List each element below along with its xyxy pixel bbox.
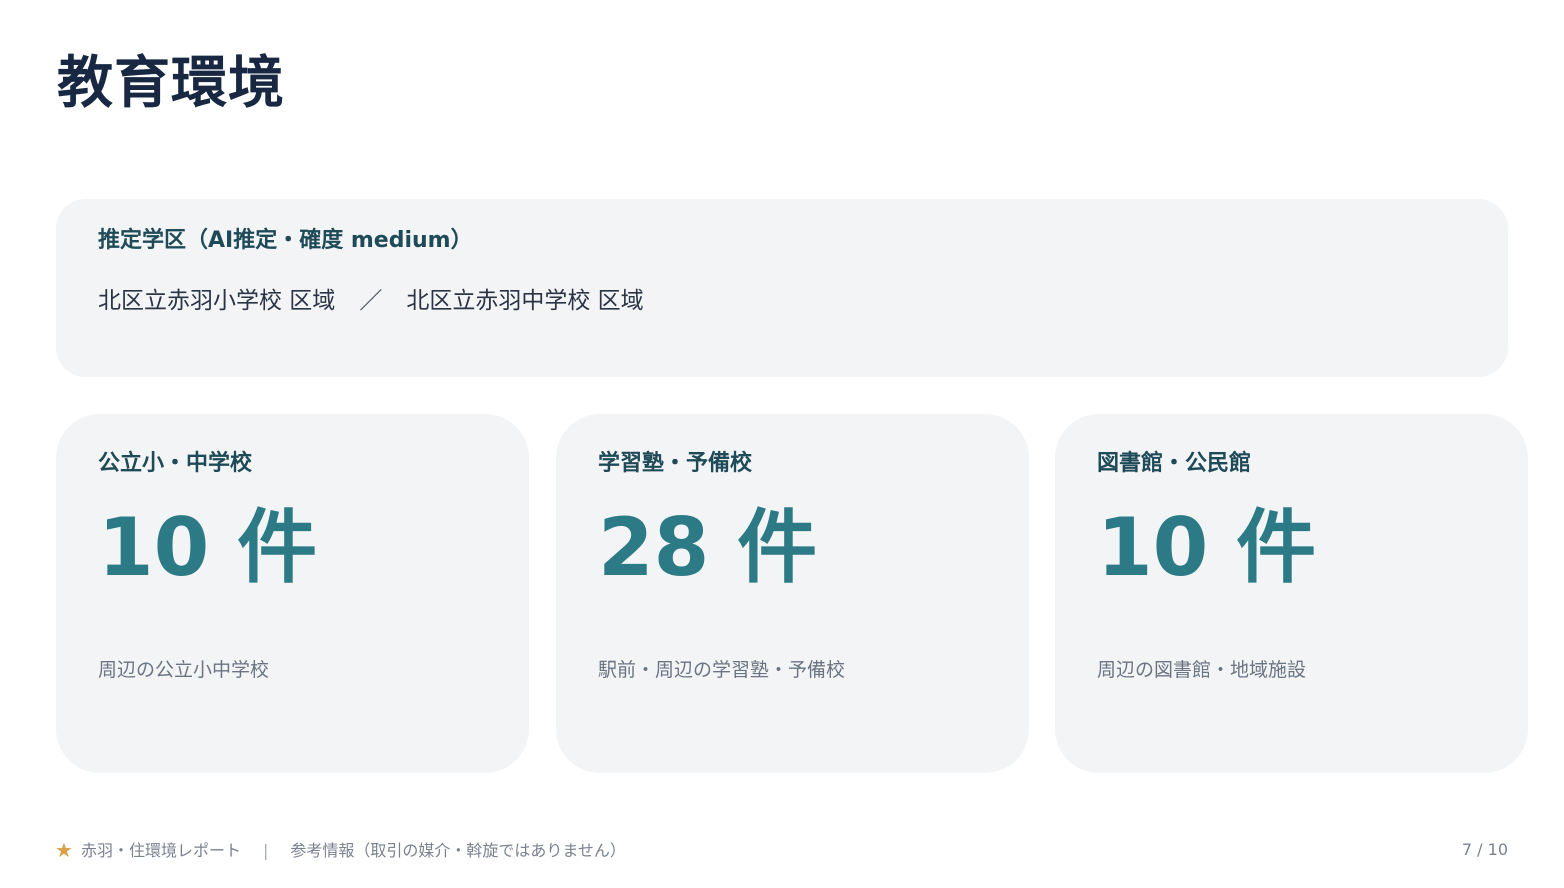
cram-schools-count: 28 件 <box>598 501 818 594</box>
elementary-school-district: 北区立赤羽小学校 区域 <box>98 288 336 314</box>
junior-high-school-district: 北区立赤羽中学校 区域 <box>406 288 644 314</box>
report-name: 赤羽・住環境レポート <box>80 841 241 860</box>
page-number: 7 / 10 <box>1461 840 1508 859</box>
cram-schools-note: 駅前・周辺の学習塾・予備校 <box>598 659 846 681</box>
footer: ★ 赤羽・住環境レポート | 参考情報（取引の媒介・斡旋ではありません） <box>55 838 626 863</box>
footer-divider: | <box>262 841 269 860</box>
disclaimer: 参考情報（取引の媒介・斡旋ではありません） <box>290 841 626 860</box>
libraries-count: 10 件 <box>1097 501 1317 594</box>
school-district-heading: 推定学区（AI推定・確度 medium） <box>98 228 473 253</box>
public-schools-label: 公立小・中学校 <box>98 451 253 476</box>
cram-schools-card: 学習塾・予備校 28 件 駅前・周辺の学習塾・予備校 <box>556 414 1029 773</box>
cram-schools-label: 学習塾・予備校 <box>598 451 753 476</box>
star-icon: ★ <box>55 838 73 862</box>
libraries-note: 周辺の図書館・地域施設 <box>1097 659 1307 681</box>
libraries-label: 図書館・公民館 <box>1097 451 1252 476</box>
public-schools-count: 10 件 <box>98 501 318 594</box>
public-schools-card: 公立小・中学校 10 件 周辺の公立小中学校 <box>56 414 529 773</box>
libraries-card: 図書館・公民館 10 件 周辺の図書館・地域施設 <box>1055 414 1528 773</box>
school-district-line: 北区立赤羽小学校 区域 ／ 北区立赤羽中学校 区域 <box>98 286 1466 316</box>
public-schools-note: 周辺の公立小中学校 <box>98 659 270 681</box>
district-separator: ／ <box>359 288 383 314</box>
page-title: 教育環境 <box>57 51 285 116</box>
school-district-card: 推定学区（AI推定・確度 medium） 北区立赤羽小学校 区域 ／ 北区立赤羽中学… <box>56 199 1508 377</box>
